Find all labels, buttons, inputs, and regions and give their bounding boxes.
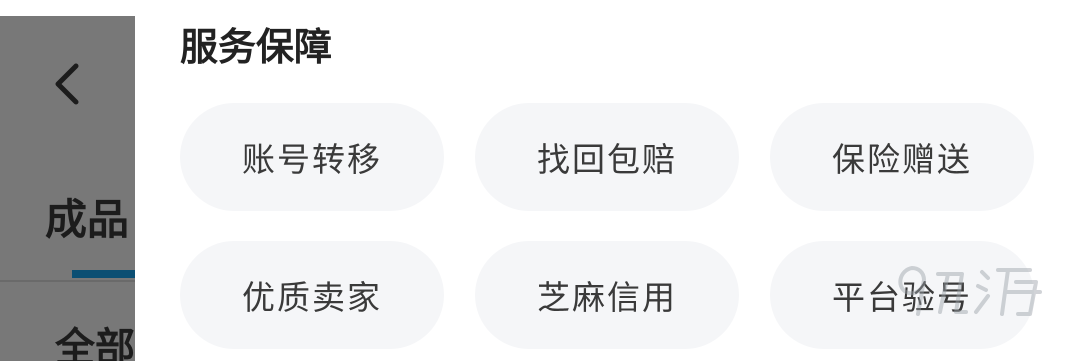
- back-arrow-icon[interactable]: [48, 60, 88, 108]
- chip-insurance-gift[interactable]: 保险赠送: [770, 103, 1034, 211]
- screen: 成品 全部 服务保障 账号转移 找回包赔 保险赠送 优质卖家 芝麻信用 平台验号: [0, 0, 1080, 361]
- filter-all[interactable]: 全部: [55, 322, 135, 361]
- tab-finished-products[interactable]: 成品: [45, 192, 129, 248]
- chip-sesame-credit[interactable]: 芝麻信用: [475, 241, 739, 349]
- section-title-service-guarantee: 服务保障: [180, 25, 333, 69]
- status-bar-strip: [0, 0, 135, 16]
- chip-platform-verified[interactable]: 平台验号: [770, 241, 1034, 349]
- filter-drawer: 服务保障 账号转移 找回包赔 保险赠送 优质卖家 芝麻信用 平台验号: [135, 0, 1080, 361]
- chip-quality-seller[interactable]: 优质卖家: [180, 241, 444, 349]
- divider: [0, 280, 135, 282]
- chip-recovery-compensation[interactable]: 找回包赔: [475, 103, 739, 211]
- chip-account-transfer[interactable]: 账号转移: [180, 103, 444, 211]
- background-page-overlay[interactable]: 成品 全部: [0, 0, 135, 361]
- tab-indicator: [72, 270, 135, 278]
